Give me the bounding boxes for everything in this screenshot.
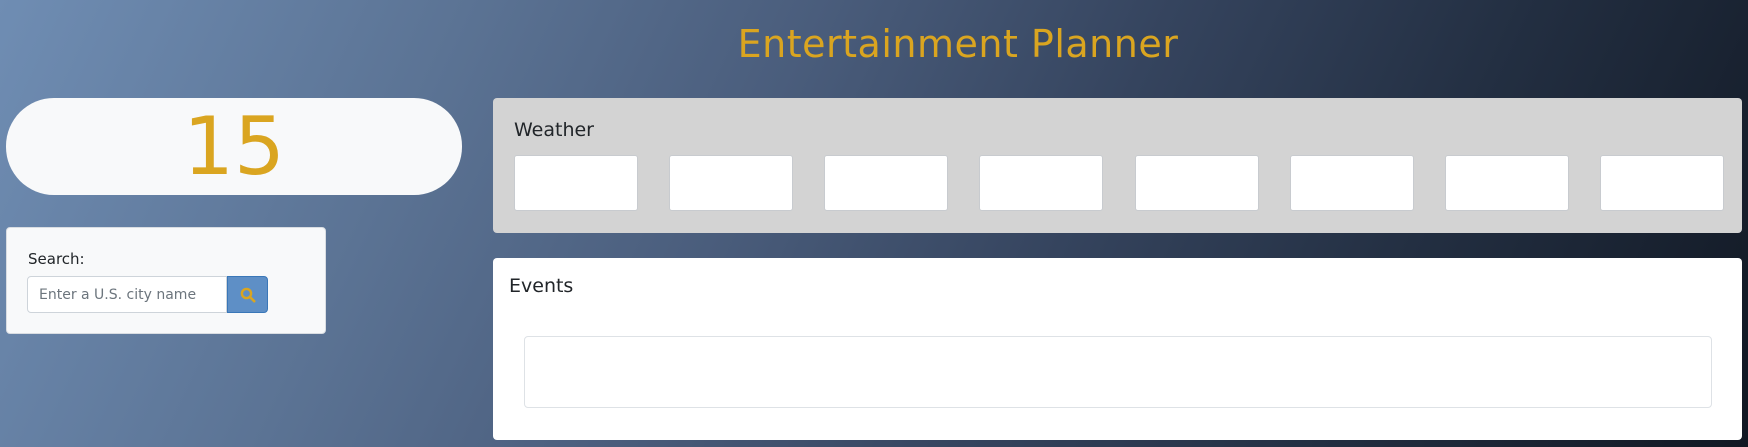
- search-label: Search:: [28, 250, 85, 268]
- search-card: Search:: [6, 227, 326, 334]
- events-panel: Events: [493, 258, 1742, 440]
- weather-day-card: [1134, 155, 1259, 211]
- weather-day-card: [824, 155, 949, 211]
- weather-title: Weather: [514, 119, 594, 141]
- weather-day-card: [669, 155, 794, 211]
- weather-day-card: [1444, 155, 1569, 211]
- search-button[interactable]: [227, 276, 268, 313]
- weather-day-card: [514, 155, 638, 211]
- weather-day-card: [979, 155, 1104, 211]
- page-title: Entertainment Planner: [737, 22, 1179, 66]
- weather-forecast-row: [514, 155, 1724, 211]
- counter-value: 15: [183, 99, 285, 193]
- events-title: Events: [509, 275, 574, 297]
- weather-day-card: [1289, 155, 1414, 211]
- search-icon: [240, 287, 256, 303]
- counter-badge: 15: [6, 98, 462, 195]
- weather-day-card: [1599, 155, 1724, 211]
- weather-panel: Weather: [493, 98, 1742, 233]
- events-list: [524, 336, 1712, 408]
- city-search-input[interactable]: [27, 276, 227, 313]
